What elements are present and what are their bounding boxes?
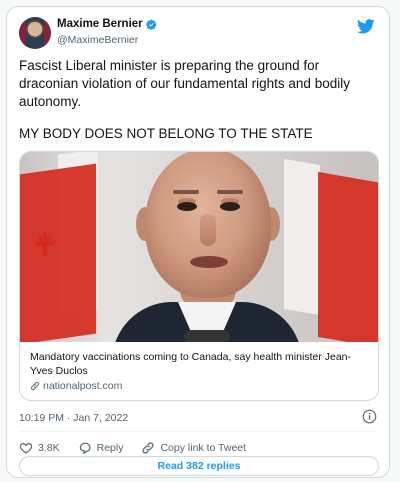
tweet-header: Maxime Bernier @MaximeBernier (19, 17, 377, 57)
link-preview-domain[interactable]: nationalpost.com (30, 380, 122, 392)
heart-icon (19, 443, 33, 454)
tweet-card: Maxime Bernier @MaximeBernier Fascist Li… (6, 6, 390, 478)
verified-badge-icon (145, 19, 156, 30)
copy-link-label: Copy link to Tweet (160, 442, 247, 454)
link-preview-card[interactable]: Mandatory vaccinations coming to Canada,… (19, 151, 379, 401)
reply-icon (79, 442, 91, 454)
link-icon (30, 381, 40, 391)
author-handle[interactable]: @MaximeBernier (57, 34, 138, 46)
tweet-paragraph-2: MY BODY DOES NOT BELONG TO THE STATE (19, 126, 313, 141)
read-replies-button[interactable]: Read 382 replies (19, 456, 379, 476)
divider (19, 431, 377, 432)
tweet-text: Fascist Liberal minister is preparing th… (19, 57, 379, 143)
tweet-actions: 3.8K Reply Copy link to Tweet (19, 439, 264, 457)
tweet-paragraph-1: Fascist Liberal minister is preparing th… (19, 58, 350, 109)
tweet-timestamp[interactable]: 10:19 PM · Jan 7, 2022 (19, 412, 128, 424)
copy-link-icon (142, 442, 154, 454)
reply-label: Reply (96, 442, 124, 454)
copy-link-button[interactable]: Copy link to Tweet (141, 441, 246, 455)
author-name-row[interactable]: Maxime Bernier (57, 18, 157, 30)
author-display-name[interactable]: Maxime Bernier (57, 18, 143, 30)
link-preview-image[interactable] (20, 152, 378, 342)
reply-button[interactable]: Reply (78, 441, 124, 455)
info-icon[interactable] (362, 409, 377, 424)
like-count: 3.8K (38, 442, 60, 454)
avatar[interactable] (19, 17, 51, 49)
link-preview-title[interactable]: Mandatory vaccinations coming to Canada,… (30, 350, 370, 378)
twitter-bird-icon[interactable] (357, 19, 375, 34)
like-button[interactable]: 3.8K (19, 441, 60, 455)
link-domain-text: nationalpost.com (43, 380, 123, 392)
